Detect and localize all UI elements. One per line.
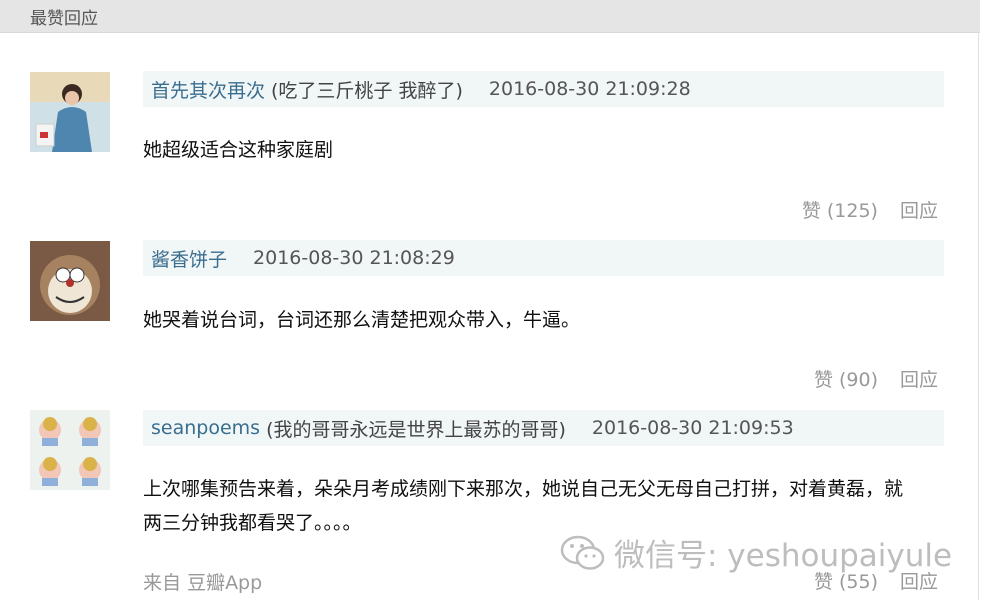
comment-header: 首先其次再次 (吃了三斤桃子 我醉了) 2016-08-30 21:09:28 <box>143 71 944 107</box>
like-button[interactable]: 赞 (125) <box>802 200 878 222</box>
divider <box>978 32 979 600</box>
author-signature: (吃了三斤桃子 我醉了) <box>271 79 463 102</box>
comment-line: 上次哪集预告来着，朵朵月考成绩刚下来那次，她说自己无父无母自己打拼，对着黄磊，就 <box>143 478 904 500</box>
comment-time: 2016-08-30 21:09:53 <box>591 417 794 439</box>
watermark: 微信号: yeshoupaiyule <box>560 530 952 575</box>
avatar[interactable] <box>30 72 110 152</box>
comment-text: 她超级适合这种家庭剧 <box>143 133 943 167</box>
comment-line: 她哭着说台词，台词还那么清楚把观众带入，牛逼。 <box>143 309 581 331</box>
comment-source: 来自 豆瓣App <box>143 568 262 595</box>
avatar[interactable] <box>30 241 110 321</box>
comment-text: 她哭着说台词，台词还那么清楚把观众带入，牛逼。 <box>143 303 943 337</box>
section-title: 最赞回应 <box>30 9 98 29</box>
comment-time: 2016-08-30 21:08:29 <box>253 247 455 269</box>
comment-line: 她超级适合这种家庭剧 <box>143 139 334 161</box>
comment-actions: 赞 (125) 回应 <box>802 196 938 223</box>
reply-button[interactable]: 回应 <box>900 369 938 391</box>
comment-header: seanpoems (我的哥哥永远是世界上最苏的哥哥) 2016-08-30 2… <box>143 410 944 446</box>
source-prefix: 来自 <box>143 572 182 594</box>
avatar[interactable] <box>30 410 110 490</box>
source-app-link[interactable]: 豆瓣App <box>187 572 262 594</box>
watermark-text: 微信号: yeshoupaiyule <box>614 538 953 574</box>
comment-author[interactable]: 酱香饼子 <box>151 245 227 272</box>
comment-time: 2016-08-30 21:09:28 <box>488 78 691 100</box>
like-button[interactable]: 赞 (90) <box>814 369 878 391</box>
reply-button[interactable]: 回应 <box>900 200 938 222</box>
author-signature: (我的哥哥永远是世界上最苏的哥哥) <box>266 418 566 441</box>
comment-header: 酱香饼子 2016-08-30 21:08:29 <box>143 240 944 276</box>
comment-author[interactable]: seanpoems <box>151 417 260 439</box>
wechat-icon <box>560 535 605 570</box>
comment-author[interactable]: 首先其次再次 <box>151 76 265 103</box>
comment-actions: 赞 (90) 回应 <box>814 365 938 392</box>
section-header: 最赞回应 <box>0 0 980 33</box>
